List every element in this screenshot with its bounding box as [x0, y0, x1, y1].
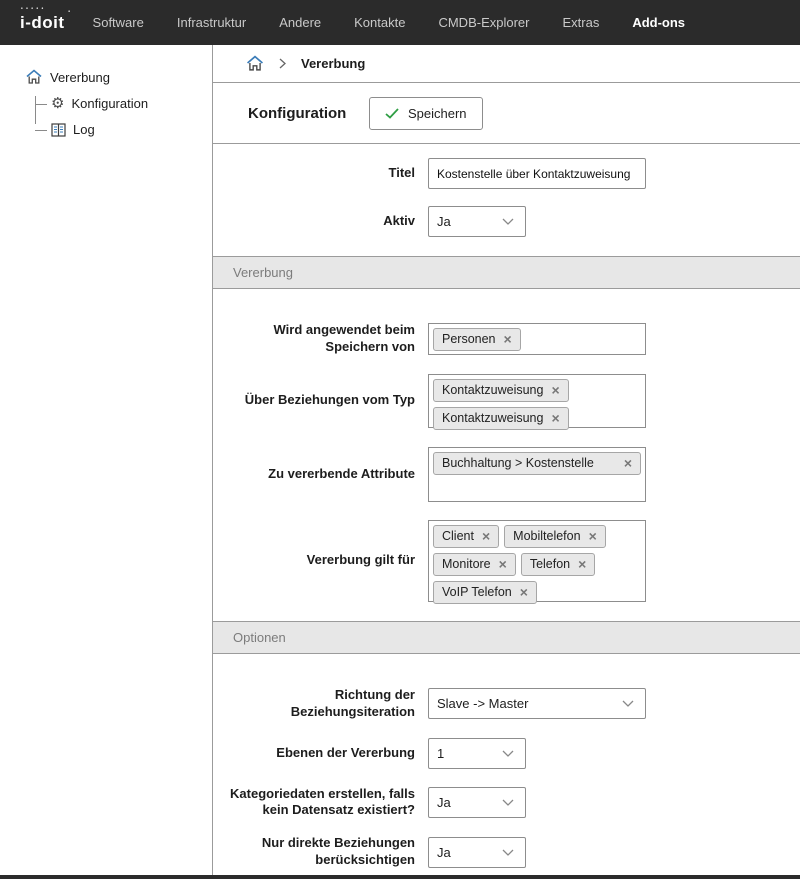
sidebar-item-label: Konfiguration [71, 96, 148, 111]
nav-kontakte[interactable]: Kontakte [354, 15, 405, 30]
remove-tag-icon[interactable]: × [624, 456, 632, 470]
sidebar-item-log[interactable]: Log [35, 122, 212, 137]
aktiv-row: Aktiv Ja [213, 206, 800, 256]
nav-software[interactable]: Software [93, 15, 144, 30]
attributes-label: Zu vererbende Attribute [213, 466, 428, 483]
direction-label: Richtung der Beziehungsiteration [213, 687, 428, 721]
direct-only-label: Nur direkte Beziehungen berücksichtigen [213, 835, 428, 869]
remove-tag-icon[interactable]: × [551, 411, 559, 425]
direction-row: Richtung der Beziehungsiteration Slave -… [213, 687, 800, 721]
direction-select[interactable]: Slave -> Master [428, 688, 646, 719]
chevron-down-icon [622, 700, 634, 707]
relation-type-label: Über Beziehungen vom Typ [213, 392, 428, 409]
create-category-select[interactable]: Ja [428, 787, 526, 818]
remove-tag-icon[interactable]: × [520, 585, 528, 599]
save-button[interactable]: Speichern [369, 97, 483, 130]
remove-tag-icon[interactable]: × [504, 332, 512, 346]
applied-on-save-tagbox[interactable]: Personen × [428, 323, 646, 355]
relation-type-row: Über Beziehungen vom Typ Kontaktzuweisun… [213, 374, 800, 428]
main-content: Vererbung Konfiguration Speichern Titel … [213, 45, 800, 875]
tag-kontaktzuweisung: Kontaktzuweisung × [433, 407, 569, 430]
tag-monitore: Monitore × [433, 553, 516, 576]
nav-infrastruktur[interactable]: Infrastruktur [177, 15, 246, 30]
section-optionen-label: Optionen [233, 630, 286, 645]
main-menu: Software Infrastruktur Andere Kontakte C… [93, 15, 686, 30]
tag-mobiltelefon: Mobiltelefon × [504, 525, 606, 548]
sidebar-item-konfiguration[interactable]: ⚙ Konfiguration [35, 96, 212, 111]
remove-tag-icon[interactable]: × [551, 383, 559, 397]
breadcrumb-home-icon[interactable] [246, 55, 264, 72]
remove-tag-icon[interactable]: × [482, 529, 490, 543]
levels-label: Ebenen der Vererbung [213, 745, 428, 762]
aktiv-select[interactable]: Ja [428, 206, 526, 237]
levels-row: Ebenen der Vererbung 1 [213, 738, 800, 769]
tag-buchhaltung-kostenstelle: Buchhaltung > Kostenstelle × [433, 452, 641, 475]
tag-voip-telefon: VoIP Telefon × [433, 581, 537, 604]
direct-only-select[interactable]: Ja [428, 837, 526, 868]
nav-extras[interactable]: Extras [562, 15, 599, 30]
save-button-label: Speichern [408, 106, 467, 121]
applied-on-save-label: Wird angewendet beim Speichern von [213, 322, 428, 356]
attributes-tagbox[interactable]: Buchhaltung > Kostenstelle × [428, 447, 646, 502]
applies-to-row: Vererbung gilt für Client × Mobiltelefon… [213, 520, 800, 621]
direction-select-value: Slave -> Master [437, 696, 528, 711]
titel-input[interactable] [428, 158, 646, 189]
tag-telefon: Telefon × [521, 553, 596, 576]
chevron-down-icon [502, 849, 514, 856]
applies-to-label: Vererbung gilt für [213, 552, 428, 569]
aktiv-select-value: Ja [437, 214, 451, 229]
sidebar-item-label: Vererbung [50, 70, 110, 85]
sidebar-item-vererbung[interactable]: Vererbung [26, 69, 212, 85]
applied-on-save-row: Wird angewendet beim Speichern von Perso… [213, 322, 800, 356]
chevron-down-icon [502, 218, 514, 225]
aktiv-label: Aktiv [213, 213, 428, 230]
nav-cmdb-explorer[interactable]: CMDB-Explorer [438, 15, 529, 30]
nav-andere[interactable]: Andere [279, 15, 321, 30]
tag-personen: Personen × [433, 328, 521, 351]
check-icon [385, 108, 399, 119]
create-category-select-value: Ja [437, 795, 451, 810]
section-vererbung-label: Vererbung [233, 265, 293, 280]
direct-only-select-value: Ja [437, 845, 451, 860]
create-category-label: Kategoriedaten erstellen, falls kein Dat… [213, 786, 428, 820]
direct-only-row: Nur direkte Beziehungen berücksichtigen … [213, 835, 800, 879]
remove-tag-icon[interactable]: × [499, 557, 507, 571]
levels-select[interactable]: 1 [428, 738, 526, 769]
sidebar-item-label: Log [73, 122, 95, 137]
page-header: Konfiguration Speichern [213, 83, 800, 144]
breadcrumb: Vererbung [213, 45, 800, 83]
top-navigation: i-doit Software Infrastruktur Andere Kon… [0, 0, 800, 45]
sidebar: Vererbung ⚙ Konfiguration [0, 45, 213, 875]
titel-row: Titel [213, 158, 800, 189]
section-optionen: Optionen [213, 621, 800, 654]
gear-icon: ⚙ [51, 96, 64, 111]
chevron-down-icon [502, 799, 514, 806]
log-icon [51, 123, 66, 137]
create-category-row: Kategoriedaten erstellen, falls kein Dat… [213, 786, 800, 820]
relation-type-tagbox[interactable]: Kontaktzuweisung × Kontaktzuweisung × [428, 374, 646, 428]
section-vererbung: Vererbung [213, 256, 800, 289]
sidebar-tree: Vererbung ⚙ Konfiguration [0, 45, 212, 137]
remove-tag-icon[interactable]: × [589, 529, 597, 543]
attributes-row: Zu vererbende Attribute Buchhaltung > Ko… [213, 447, 800, 502]
page-title: Konfiguration [248, 105, 369, 122]
titel-label: Titel [213, 165, 428, 182]
remove-tag-icon[interactable]: × [578, 557, 586, 571]
applies-to-tagbox[interactable]: Client × Mobiltelefon × Monitore × Telef… [428, 520, 646, 602]
sidebar-tree-children: ⚙ Konfiguration [35, 96, 212, 137]
chevron-right-icon [279, 58, 286, 69]
tag-client: Client × [433, 525, 499, 548]
tag-kontaktzuweisung: Kontaktzuweisung × [433, 379, 569, 402]
idoit-logo[interactable]: i-doit [20, 13, 65, 33]
nav-add-ons[interactable]: Add-ons [632, 15, 685, 30]
breadcrumb-current[interactable]: Vererbung [301, 56, 365, 71]
chevron-down-icon [502, 750, 514, 757]
home-icon [26, 69, 42, 85]
levels-select-value: 1 [437, 746, 444, 761]
